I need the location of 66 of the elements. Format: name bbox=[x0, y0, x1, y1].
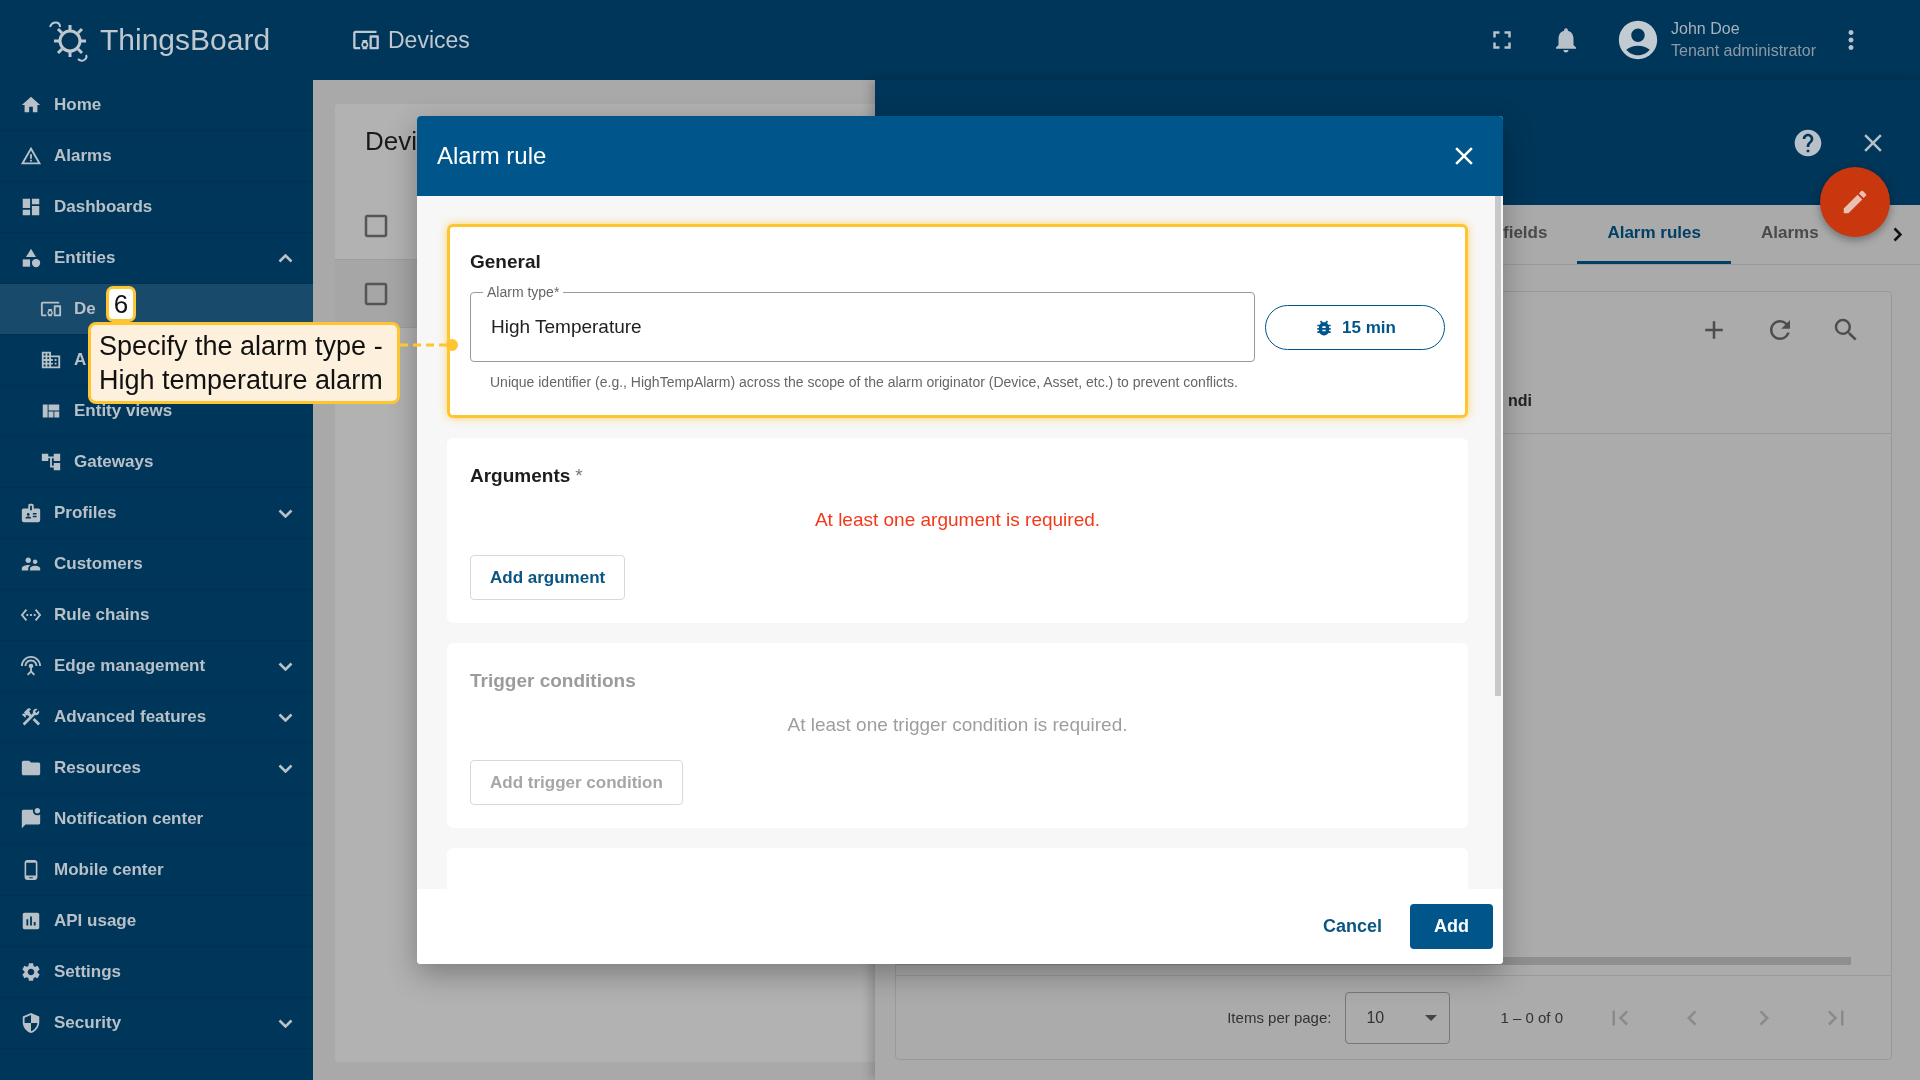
field-hint: Unique identifier (e.g., HighTempAlarm) across the scope of the alarm originator (Device, Asset, etc.) to prevent conflicts. bbox=[490, 373, 1239, 392]
nav-item[interactable]: Security bbox=[0, 998, 313, 1049]
nav-item[interactable]: Rule chains bbox=[0, 590, 313, 641]
dropdown-icon bbox=[1425, 1014, 1438, 1021]
nav-item[interactable]: Settings bbox=[0, 947, 313, 998]
section-title: Trigger conditions bbox=[470, 670, 636, 692]
warning-icon bbox=[20, 145, 42, 167]
shapes-icon bbox=[20, 247, 42, 269]
cancel-button[interactable]: Cancel bbox=[1316, 915, 1388, 938]
nav-item[interactable]: Alarms bbox=[0, 131, 313, 182]
nav-item[interactable]: Dashboards bbox=[0, 182, 313, 233]
nav-item[interactable]: Resources bbox=[0, 743, 313, 794]
antenna-icon bbox=[20, 655, 42, 677]
nav-item[interactable]: Profiles bbox=[0, 488, 313, 539]
chevron-right-icon[interactable] bbox=[1893, 227, 1902, 242]
add-button[interactable]: Add bbox=[1410, 904, 1493, 949]
hierarchy-icon bbox=[40, 451, 62, 473]
alarm-type-field[interactable]: Alarm type* High Temperature bbox=[470, 284, 1255, 362]
nav-item[interactable]: Advanced features bbox=[0, 692, 313, 743]
scrollbar-thumb[interactable] bbox=[1495, 196, 1501, 696]
dashboard-icon bbox=[20, 196, 42, 218]
dialog-title: Alarm rule bbox=[437, 142, 547, 170]
chart-icon bbox=[20, 910, 42, 932]
nav-item[interactable]: Notification center bbox=[0, 794, 313, 845]
add-button[interactable]: Add argument bbox=[470, 555, 626, 600]
section-title: Arguments bbox=[470, 465, 571, 487]
tab[interactable]: Alarm rules bbox=[1577, 205, 1731, 264]
user-role: Tenant administrator bbox=[1671, 42, 1816, 60]
shield-icon bbox=[20, 1012, 42, 1034]
nav-item[interactable]: Customers bbox=[0, 539, 313, 590]
column-header: ndi bbox=[1508, 391, 1532, 410]
items-per-page-label: Items per page: bbox=[1227, 1009, 1332, 1026]
chevron-down-icon bbox=[278, 661, 293, 671]
required-mark: * bbox=[575, 465, 583, 487]
nav-item[interactable]: API usage bbox=[0, 896, 313, 947]
building-icon bbox=[40, 349, 62, 371]
chevron-down-icon bbox=[278, 712, 293, 722]
chevron-up-icon bbox=[278, 253, 293, 263]
settings-icon bbox=[20, 961, 42, 983]
chat-icon bbox=[20, 808, 42, 830]
page-range: 1 – 0 of 0 bbox=[1500, 1009, 1563, 1026]
section-title: General bbox=[470, 251, 541, 273]
field-label: Alarm type* bbox=[486, 284, 561, 300]
user-name: John Doe bbox=[1671, 20, 1741, 38]
tab[interactable]: Alarms bbox=[1730, 205, 1819, 264]
error-message: At least one argument is required. bbox=[813, 509, 1102, 531]
step-number-tooltip: 6 bbox=[106, 286, 136, 322]
nav-item[interactable]: Edge management bbox=[0, 641, 313, 692]
info-message: At least one trigger condition is required. bbox=[786, 714, 1129, 736]
chevron-down-icon bbox=[278, 1018, 293, 1028]
nav-item[interactable]: Mobile center bbox=[0, 845, 313, 896]
list-title: Devi bbox=[365, 126, 417, 156]
edit-button[interactable] bbox=[1820, 167, 1890, 237]
instruction-tooltip: Specify the alarm type - High temperature alarm bbox=[88, 322, 400, 404]
tab[interactable]: fields bbox=[1473, 205, 1578, 264]
tools-icon bbox=[20, 706, 42, 728]
nav-item[interactable]: Home bbox=[0, 80, 313, 131]
nav-item[interactable]: Gateways bbox=[0, 437, 313, 488]
interval-button[interactable]: 15 min bbox=[1265, 305, 1445, 350]
chevron-down-icon bbox=[278, 763, 293, 773]
logo-text: ThingsBoard bbox=[100, 23, 271, 57]
page-title: Devices bbox=[388, 26, 470, 54]
page-size-select[interactable]: 10 bbox=[1345, 991, 1451, 1044]
alarm-type-input[interactable]: High Temperature bbox=[489, 314, 1236, 339]
badge-icon bbox=[20, 502, 42, 524]
chevron-down-icon bbox=[278, 508, 293, 518]
